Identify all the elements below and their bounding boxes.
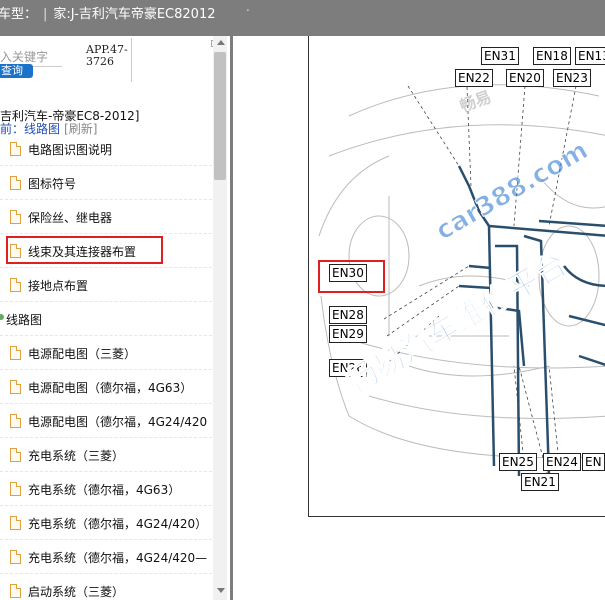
connector-label: EN25 xyxy=(499,453,537,471)
title-right: 家:J-吉利汽车帝豪EC82012 xyxy=(53,7,216,22)
connector-label: EN20 xyxy=(506,69,544,87)
document-icon xyxy=(10,346,21,360)
connector-label: EN31 xyxy=(481,47,519,65)
tree-item[interactable]: 图标符号 xyxy=(0,166,212,200)
connector-label: EN23 xyxy=(553,69,591,87)
document-icon xyxy=(10,210,21,224)
connector-label: EN29 xyxy=(329,325,367,343)
tree-item[interactable]: 电路图识图说明 xyxy=(0,132,212,166)
sidebar-scroll-thumb[interactable] xyxy=(214,52,226,180)
connector-label: EN xyxy=(582,453,605,471)
window-title: 车型： | 家:J-吉利汽车帝豪EC82012 xyxy=(0,7,216,22)
document-icon xyxy=(10,414,21,428)
document-icon xyxy=(10,482,21,496)
tree-item-selected[interactable]: 线束及其连接器布置 xyxy=(0,234,212,268)
app-code-line2: 3726 xyxy=(86,55,114,68)
tree-item[interactable]: 充电系统（德尔福，4G24/420） xyxy=(0,506,212,540)
tree-item-label: 电源配电图（德尔福，4G63） xyxy=(28,381,193,395)
chapter-tree: 电路图识图说明 图标符号 保险丝、继电器 线束及其连接器布置 接地点布置 线路图… xyxy=(0,132,212,600)
tree-item-label: 图标符号 xyxy=(28,177,77,191)
document-icon xyxy=(10,516,21,530)
tree-item-label: 电源配电图（德尔福，4G24/420 xyxy=(28,415,208,429)
header-divider xyxy=(131,38,132,82)
document-icon xyxy=(10,448,21,462)
document-icon xyxy=(10,380,21,394)
tree-folder-label: 线路图 xyxy=(6,313,43,327)
tree-folder[interactable]: 线路图 xyxy=(0,302,212,336)
connector-label: EN26 xyxy=(329,359,367,377)
scroll-down-arrow-icon[interactable] xyxy=(217,588,225,593)
tree-item-label: 保险丝、继电器 xyxy=(28,211,113,225)
tree-item[interactable]: 接地点布置 xyxy=(0,268,212,302)
title-left: 车型： xyxy=(0,7,38,22)
selection-highlight xyxy=(6,236,163,264)
tree-item-label: 充电系统（三菱） xyxy=(28,449,125,463)
tree-item-label: 充电系统（德尔福，4G24/420— xyxy=(28,551,208,565)
tree-item[interactable]: 启动系统（三菱） xyxy=(0,574,212,600)
tree-item-label: 电源配电图（三菱） xyxy=(28,347,137,361)
diagram-page: EN31 EN18 EN13 EN22 EN20 EN23 EN30 EN28 … xyxy=(308,36,605,517)
tree-item[interactable]: 保险丝、继电器 xyxy=(0,200,212,234)
tree-item[interactable]: 电源配电图（德尔福，4G24/420 xyxy=(0,404,212,438)
folder-open-icon xyxy=(0,314,4,320)
app-code: APP.47- 3726 xyxy=(86,44,128,68)
tree-item-label: 充电系统（德尔福，4G63） xyxy=(28,483,181,497)
tree-item-label: 接地点布置 xyxy=(28,279,89,293)
query-button[interactable]: 查询 xyxy=(0,64,33,78)
connector-label: EN13 xyxy=(575,47,605,65)
tree-item[interactable]: 充电系统（德尔福，4G24/420— xyxy=(0,540,212,574)
connector-label: EN28 xyxy=(329,306,367,324)
document-icon xyxy=(10,142,21,156)
search-input[interactable]: 入关键字 xyxy=(0,48,48,65)
connector-label: EN22 xyxy=(455,69,493,87)
document-icon xyxy=(10,584,21,598)
document-icon xyxy=(10,176,21,190)
title-trail: . xyxy=(246,0,250,14)
scroll-up-arrow-icon[interactable] xyxy=(217,40,225,45)
tree-item-label: 启动系统（三菱） xyxy=(28,585,125,599)
document-icon xyxy=(10,550,21,564)
sidebar: 入关键字 查询 APP.47- 3726 吉利汽车-帝豪EC8-2012] 前：… xyxy=(0,36,230,600)
connector-highlight xyxy=(318,260,385,293)
connector-label: EN18 xyxy=(533,47,571,65)
tree-item-label: 充电系统（德尔福，4G24/420） xyxy=(28,517,208,531)
title-bar: 车型： | 家:J-吉利汽车帝豪EC82012 . xyxy=(0,0,605,36)
diagram-viewer: EN31 EN18 EN13 EN22 EN20 EN23 EN30 EN28 … xyxy=(233,36,605,600)
connector-label: EN21 xyxy=(521,473,559,491)
tree-item[interactable]: 充电系统（德尔福，4G63） xyxy=(0,472,212,506)
tree-item-label: 电路图识图说明 xyxy=(28,143,113,157)
tree-item[interactable]: 电源配电图（三菱） xyxy=(0,336,212,370)
connector-label: EN24 xyxy=(543,453,581,471)
tree-item[interactable]: 电源配电图（德尔福，4G63） xyxy=(0,370,212,404)
document-icon xyxy=(10,278,21,292)
tree-item[interactable]: 充电系统（三菱） xyxy=(0,438,212,472)
